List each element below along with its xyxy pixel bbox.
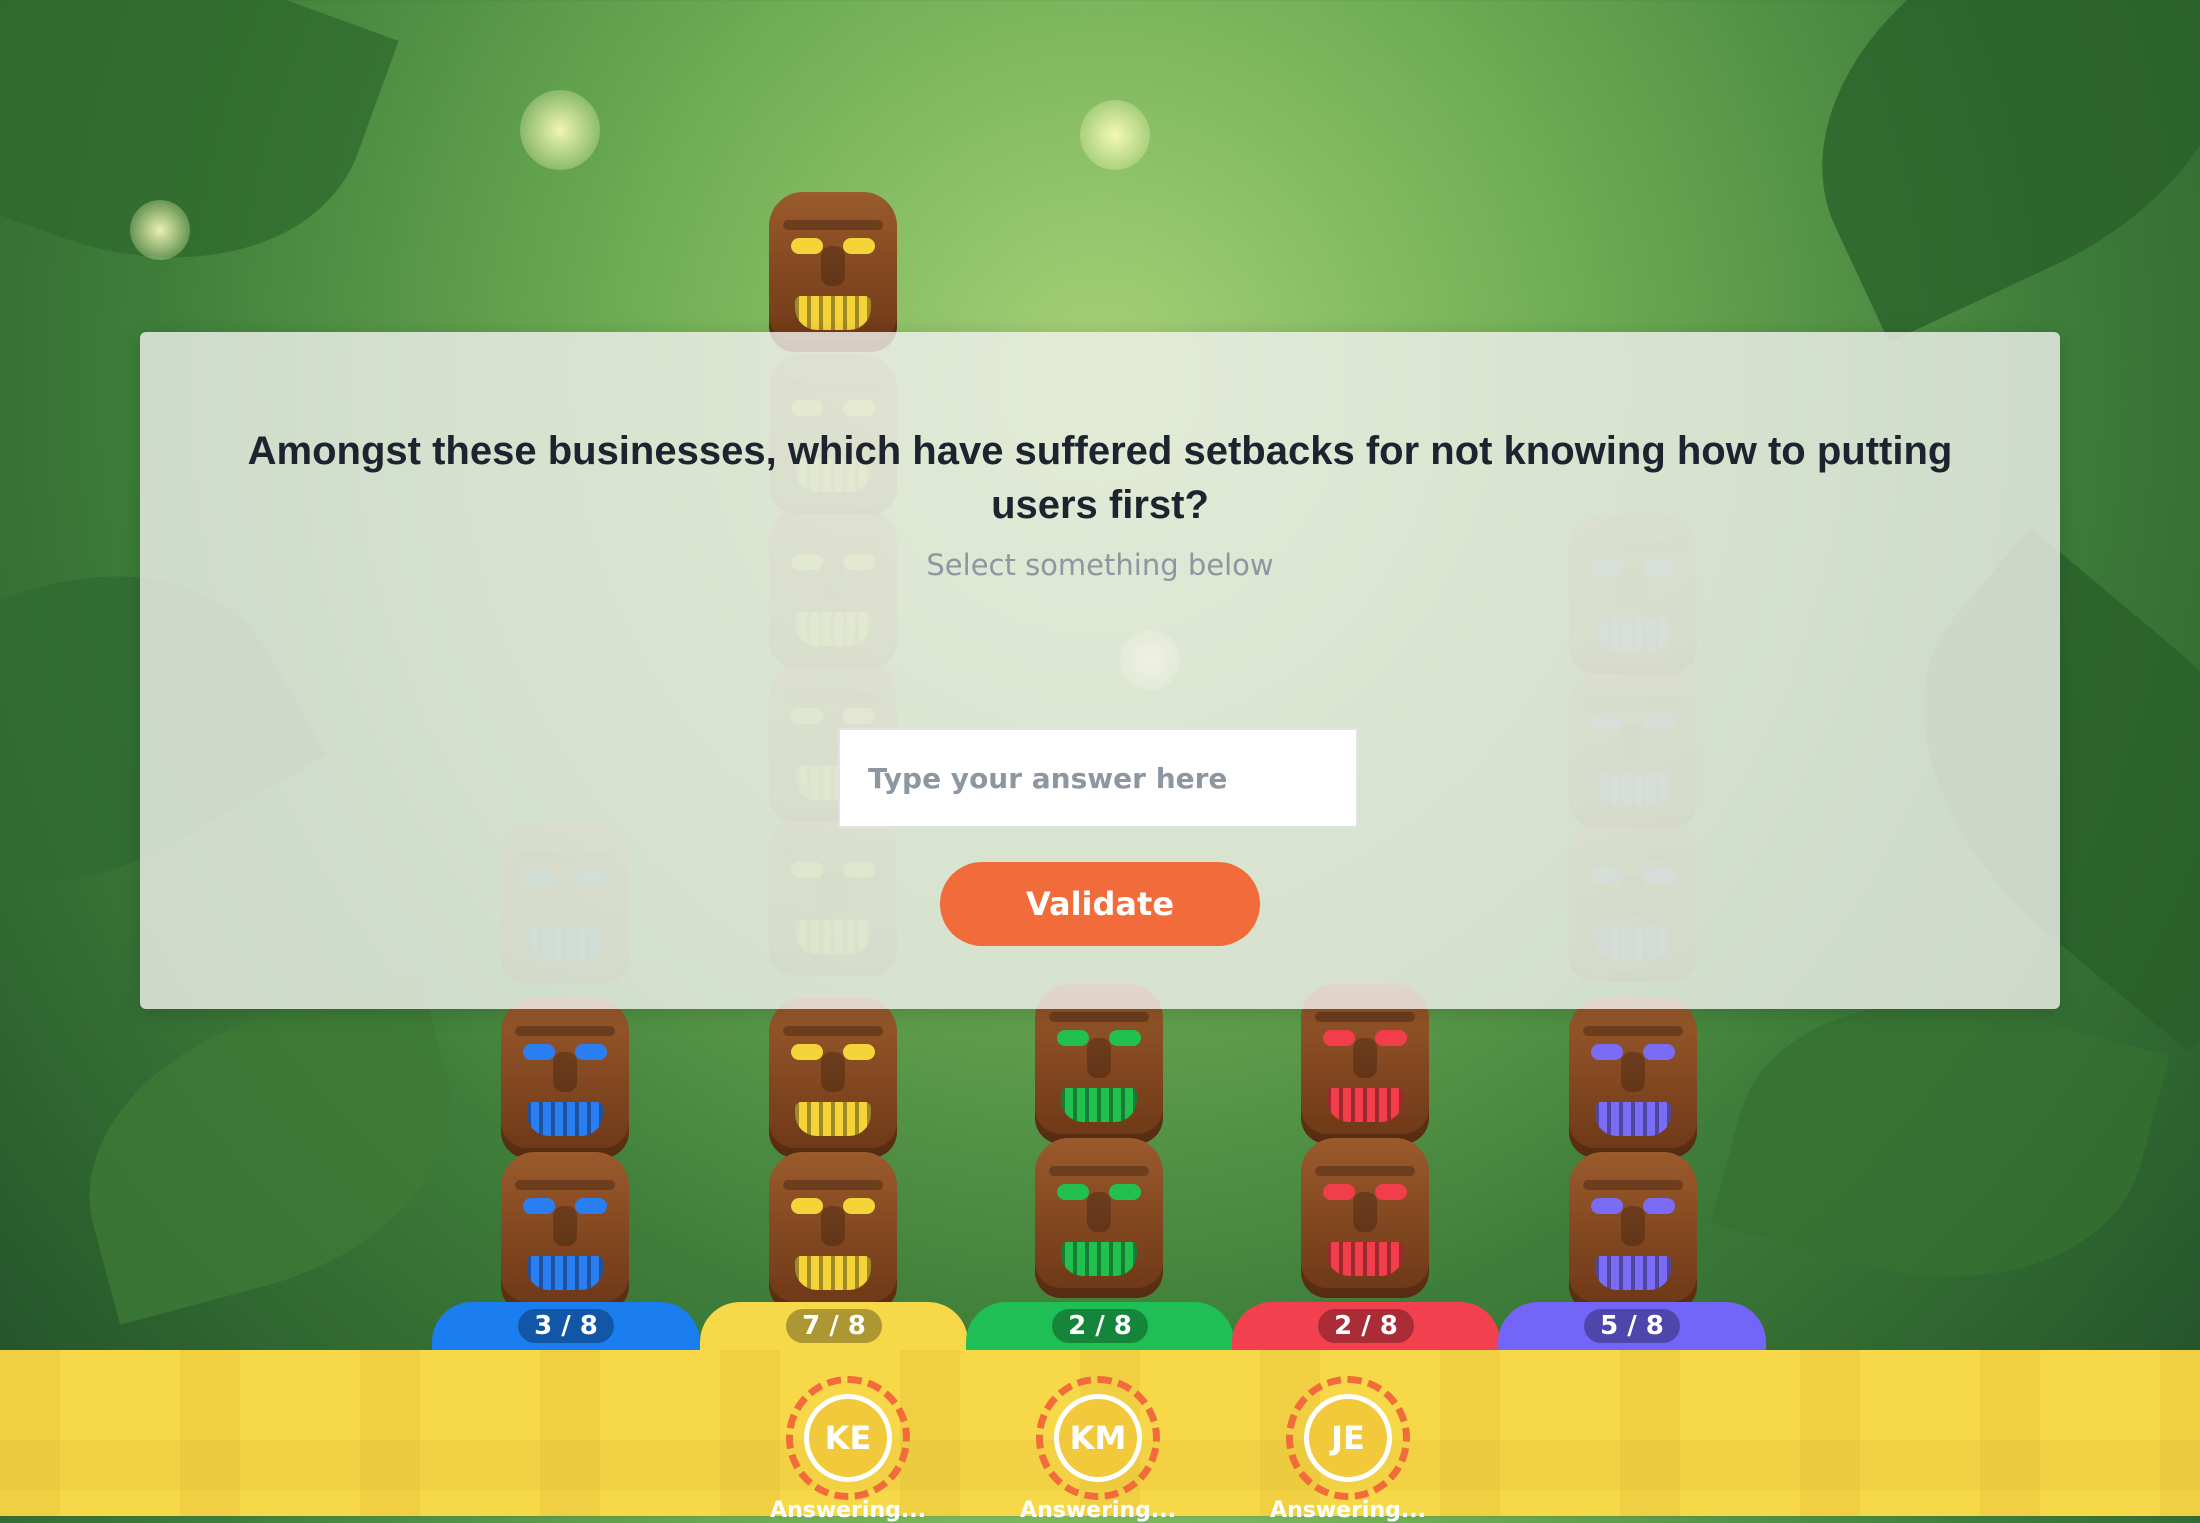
avatar: KM [1054,1394,1142,1482]
team-3-totem-base [1029,984,1169,1298]
team-2-totem-base [763,998,903,1312]
team-score: 2 / 8 [1318,1309,1414,1343]
answer-timer-ring: KE [786,1376,910,1500]
team-1-totem-base [495,998,635,1312]
question-hint: Select something below [926,548,1274,582]
team-5-totem-base [1563,998,1703,1312]
team-base-purple: 5 / 8 [1498,1302,1766,1350]
team-2-totem-top [763,192,903,352]
team-base-red: 2 / 8 [1232,1302,1500,1350]
question-panel: Amongst these businesses, which have suf… [140,332,2060,1009]
avatar: JE [1304,1394,1392,1482]
team-score: 7 / 8 [786,1309,882,1343]
team-base-green: 2 / 8 [966,1302,1234,1350]
player-je: JE Answering... [1268,1376,1428,1523]
player-status: Answering... [770,1498,926,1523]
player-status: Answering... [1270,1498,1426,1523]
players-bar: KE Answering... KM Answering... JE Answe… [0,1350,2200,1523]
team-4-totem-base [1295,984,1435,1298]
team-score: 5 / 8 [1584,1309,1680,1343]
avatar: KE [804,1394,892,1482]
answer-input[interactable] [838,728,1358,828]
answer-timer-ring: JE [1286,1376,1410,1500]
team-base-blue: 3 / 8 [432,1302,700,1350]
player-ke: KE Answering... [768,1376,928,1523]
answer-timer-ring: KM [1036,1376,1160,1500]
player-status: Answering... [1020,1498,1176,1523]
player-km: KM Answering... [1018,1376,1178,1523]
team-score: 3 / 8 [518,1309,614,1343]
question-text: Amongst these businesses, which have suf… [247,429,1953,527]
team-base-yellow: 7 / 8 [700,1302,968,1350]
team-score: 2 / 8 [1052,1309,1148,1343]
validate-button[interactable]: Validate [940,862,1260,946]
